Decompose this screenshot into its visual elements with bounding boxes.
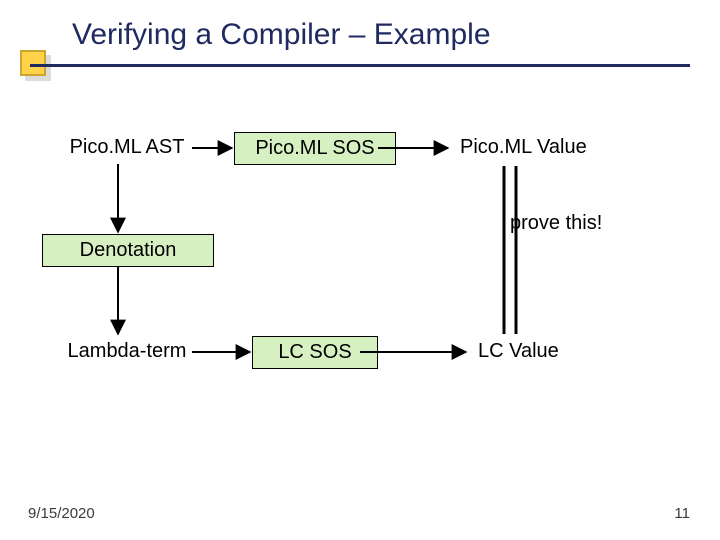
title-underline xyxy=(30,64,690,67)
node-lc-value: LC Value xyxy=(468,336,569,367)
node-picoml-ast: Pico.ML AST xyxy=(42,132,212,163)
node-lambda-term: Lambda-term xyxy=(42,336,212,367)
label-prove-this: prove this! xyxy=(500,208,612,239)
diagram-arrows xyxy=(0,0,720,540)
title-bullet-icon xyxy=(20,50,46,76)
node-denotation: Denotation xyxy=(42,234,214,267)
footer-page-number: 11 xyxy=(674,505,690,522)
node-lc-sos: LC SOS xyxy=(252,336,378,369)
node-picoml-value: Pico.ML Value xyxy=(450,132,597,163)
node-picoml-sos: Pico.ML SOS xyxy=(234,132,396,165)
slide-title: Verifying a Compiler – Example xyxy=(72,18,491,52)
footer-date: 9/15/2020 xyxy=(28,505,95,522)
slide-title-bar: Verifying a Compiler – Example xyxy=(0,18,720,68)
